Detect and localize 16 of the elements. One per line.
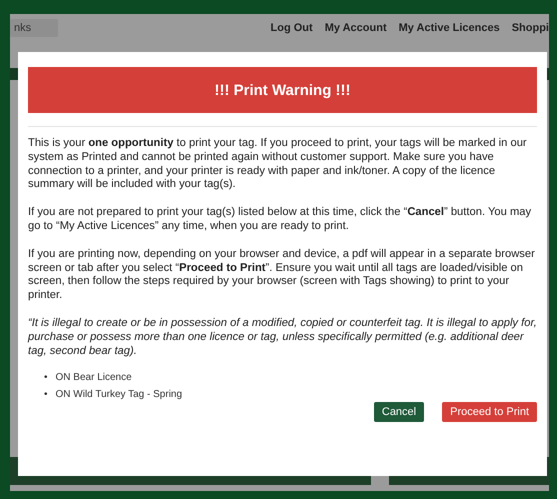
paragraph: “It is illegal to create or be in possession of a modified, copied or counterfeit tag. It is illegal to apply for, purchase or possess more than one licence or tag, unless specifically permitted (e.g. additional deer tag, second bear tag).: [28, 316, 537, 358]
paragraph: This is your one opportunity to print your tag. If you proceed to print, your tags will be marked in our system as Printed and cannot be printed again without customer support. Make sure you have connection to a printer, and your printer is ready with paper and ink/toner. A copy of the licence summary will be included with your tag(s).: [28, 137, 528, 192]
nav-link[interactable]: My Active Licences: [398, 22, 500, 34]
dialog-title: !!! Print Warning !!!: [28, 67, 537, 113]
paragraph: If you are printing now, depending on your browser and device, a pdf will appear in a separate browser screen or tab after you select “Proceed to Print”. Ensure you wait until all tags are loaded/visible on screen, then follow the steps required by your browser (screen with Tags showing) to print to your printer.: [28, 248, 536, 303]
cancel-button[interactable]: Cancel: [374, 402, 424, 422]
nav-link[interactable]: Log Out: [270, 22, 313, 34]
nav-link[interactable]: My Account: [324, 22, 387, 34]
proceed-button[interactable]: Proceed to Print: [442, 402, 537, 422]
bullet: •: [44, 372, 48, 384]
list-item: ON Wild Turkey Tag - Spring: [56, 389, 182, 402]
bullet: •: [44, 389, 48, 402]
paragraph: If you are not prepared to print your tag(s) listed below at this time, click the “Cancel” button. You may go to “My Active Licences” any time, when you are ready to print.: [28, 206, 532, 234]
search-field[interactable]: nks: [10, 19, 58, 37]
nav-link[interactable]: Shoppi: [512, 22, 549, 34]
list-item: ON Bear Licence: [56, 372, 132, 384]
